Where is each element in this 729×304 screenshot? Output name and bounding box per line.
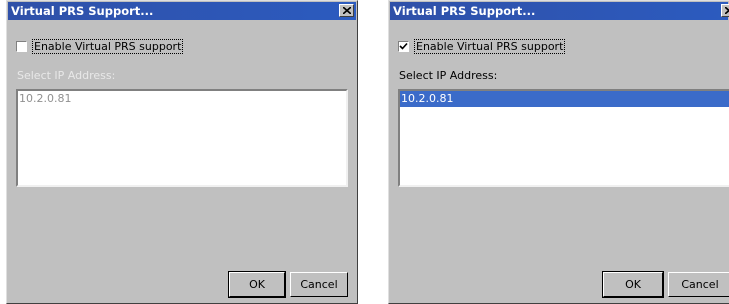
select-ip-label: Select IP Address: xyxy=(399,69,498,82)
list-item-selected[interactable]: 10.2.0.81 xyxy=(400,91,729,107)
close-icon xyxy=(725,7,729,14)
ip-address-listbox[interactable]: 10.2.0.81 xyxy=(16,89,348,187)
enable-virtual-prs-label[interactable]: Enable Virtual PRS support xyxy=(414,39,566,54)
enable-virtual-prs-checkbox[interactable] xyxy=(398,41,409,52)
dialog-title: Virtual PRS Support... xyxy=(393,4,536,18)
ok-button[interactable]: OK xyxy=(602,271,664,298)
virtual-prs-dialog-disabled: Virtual PRS Support... Enable Virtual PR… xyxy=(6,0,358,304)
enable-virtual-prs-checkbox-row[interactable]: Enable Virtual PRS support xyxy=(398,39,566,54)
close-icon xyxy=(343,7,351,14)
cancel-button[interactable]: Cancel xyxy=(668,272,729,297)
enable-virtual-prs-label[interactable]: Enable Virtual PRS support xyxy=(32,39,184,54)
enable-virtual-prs-checkbox-row[interactable]: Enable Virtual PRS support xyxy=(16,39,184,54)
close-button[interactable] xyxy=(721,4,729,17)
enable-virtual-prs-checkbox[interactable] xyxy=(16,41,27,52)
title-bar[interactable]: Virtual PRS Support... xyxy=(390,2,729,20)
list-item[interactable]: 10.2.0.81 xyxy=(18,91,346,107)
title-bar[interactable]: Virtual PRS Support... xyxy=(8,2,356,20)
virtual-prs-dialog-enabled: Virtual PRS Support... Enable Virtual PR… xyxy=(388,0,729,304)
ip-address-listbox[interactable]: 10.2.0.81 xyxy=(398,89,729,187)
ok-button[interactable]: OK xyxy=(228,271,286,298)
cancel-button[interactable]: Cancel xyxy=(290,272,348,297)
checkmark-icon xyxy=(399,42,408,50)
dialog-title: Virtual PRS Support... xyxy=(11,4,154,18)
select-ip-label: Select IP Address: xyxy=(17,69,116,82)
close-button[interactable] xyxy=(339,4,354,17)
